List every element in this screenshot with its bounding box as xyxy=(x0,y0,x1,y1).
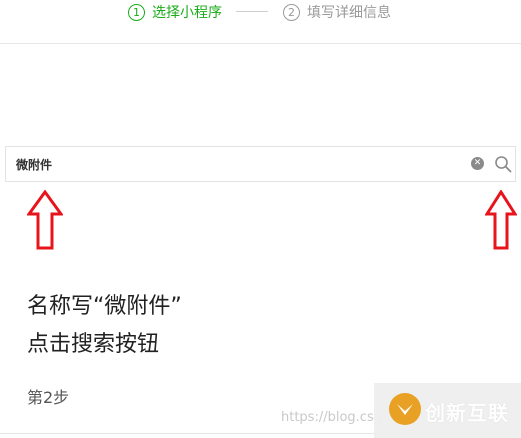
arrow-up-icon xyxy=(485,190,517,250)
step-1-number: 1 xyxy=(128,3,145,21)
search-box: ✕ xyxy=(5,146,516,182)
logo-text: 创新互联 xyxy=(425,401,509,425)
step-2-number: 2 xyxy=(283,3,300,21)
clear-icon[interactable]: ✕ xyxy=(471,157,484,170)
search-input[interactable] xyxy=(16,154,456,174)
step-1: 1 选择小程序 xyxy=(128,2,222,22)
step-indicator: 1 选择小程序 2 填写详细信息 xyxy=(0,0,521,44)
logo-icon xyxy=(389,393,421,425)
watermark-url: https://blog.csdn xyxy=(281,410,381,425)
step-1-label: 选择小程序 xyxy=(152,5,222,21)
step-connector xyxy=(236,11,268,12)
step-2: 2 填写详细信息 xyxy=(283,2,391,22)
watermark-logo: 创新互联 xyxy=(374,383,521,438)
step-label: 第2步 xyxy=(27,388,70,407)
search-icon[interactable] xyxy=(494,155,512,173)
step-2-label: 填写详细信息 xyxy=(307,5,391,21)
arrow-up-icon xyxy=(27,190,63,250)
instruction-line-1: 名称写“微附件” xyxy=(27,294,182,319)
instruction-line-2: 点击搜索按钮 xyxy=(27,332,160,357)
